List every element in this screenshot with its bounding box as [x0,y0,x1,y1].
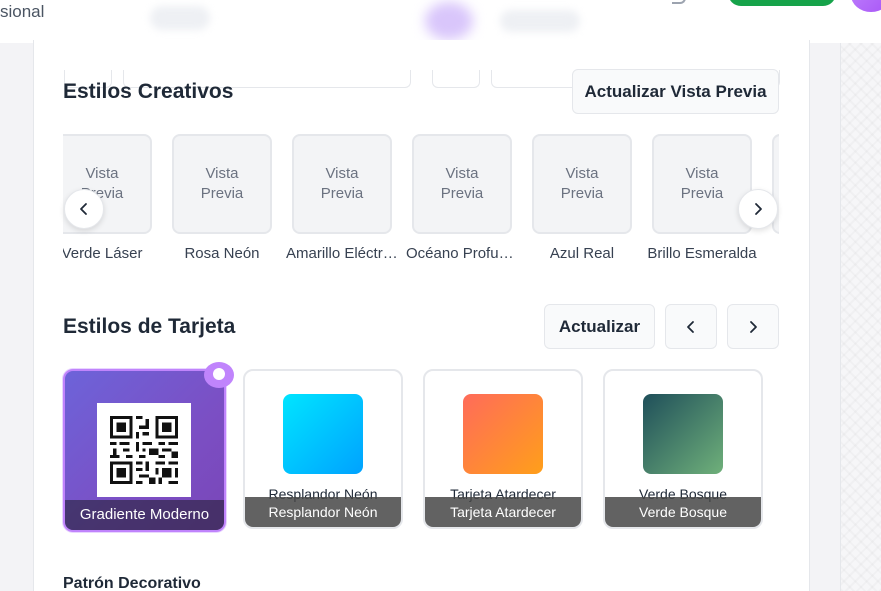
card-label-overlay: Verde Bosque [605,497,761,527]
brand-text: sional [0,2,45,21]
card-label-overlay: Tarjeta Atardecer [425,497,581,527]
primary-action-button[interactable] [728,0,836,6]
creative-style-label: Verde Láser [63,245,143,262]
style-preview-thumbnail: VistaPrevia [412,134,512,234]
creative-style-label: Brillo Esmeralda [647,245,757,262]
card-style-verde-bosque[interactable]: Verde Bosque Verde Bosque [603,369,763,529]
chevron-right-icon [750,320,757,333]
decorative-pattern-title: Patrón Decorativo [63,575,201,591]
selected-indicator [204,362,234,388]
cards-next-button[interactable] [727,304,779,349]
card-style-tarjeta-atardecer[interactable]: Tarjeta Atardecer Tarjeta Atardecer [423,369,583,529]
refresh-cards-button[interactable]: Actualizar [544,304,655,349]
style-preview-thumbnail: VistaPrevia [652,134,752,234]
refresh-preview-button[interactable]: Actualizar Vista Previa [572,69,779,114]
creative-style-label: Océano Profundo [406,245,522,262]
carousel-next-button[interactable] [738,189,778,229]
style-preview-thumbnail: VistaPrevia [172,134,272,234]
nav-item-blurred[interactable] [500,10,580,32]
top-app-bar: sional [0,0,881,43]
user-avatar[interactable] [851,0,881,12]
creative-style-label: Rosa Neón [184,245,260,262]
creative-styles-carousel: Vista Previa Verde Láser Vista Previa Rosa Ne… [63,132,779,270]
nav-avatar-blurred[interactable] [425,2,473,40]
creative-styles-title: Estilos Creativos [63,80,234,103]
creative-style-label: Azul Real [549,245,615,262]
chevron-right-icon [755,203,762,215]
style-preview-thumbnail: VistaPrevia [292,134,392,234]
creative-style-item[interactable]: Vista Previa Océano Profundo [402,132,522,270]
creative-style-label: C [762,245,779,262]
creative-style-item[interactable]: Vista Previa Rosa Neón [162,132,282,270]
card-label: Gradiente Moderno [65,500,224,530]
nav-item-blurred[interactable] [150,6,210,30]
previous-button[interactable] [432,70,480,88]
card-style-resplandor-neon[interactable]: Resplandor Neón Resplandor Neón [243,369,403,529]
cards-prev-button[interactable] [665,304,717,349]
card-style-gradiente-moderno[interactable]: Gradiente Moderno [63,369,226,532]
creative-style-item[interactable]: Vista Previa Azul Real [522,132,642,270]
color-swatch [643,394,723,474]
color-swatch [283,394,363,474]
search-icon[interactable] [672,0,686,4]
creative-style-label: Amarillo Eléctrico [286,245,402,262]
carousel-prev-button[interactable] [64,189,104,229]
page-background-pattern [840,43,881,591]
qr-code-preview [97,403,191,497]
card-styles-title: Estilos de Tarjeta [63,315,236,338]
chevron-left-icon [687,320,694,333]
color-swatch [463,394,543,474]
style-preview-thumbnail: VistaPrevia [532,134,632,234]
card-label-overlay: Resplandor Neón [245,497,401,527]
qr-code-icon [110,416,178,484]
creative-style-item[interactable]: Vista Previa Amarillo Eléctrico [282,132,402,270]
chevron-left-icon [80,203,87,215]
